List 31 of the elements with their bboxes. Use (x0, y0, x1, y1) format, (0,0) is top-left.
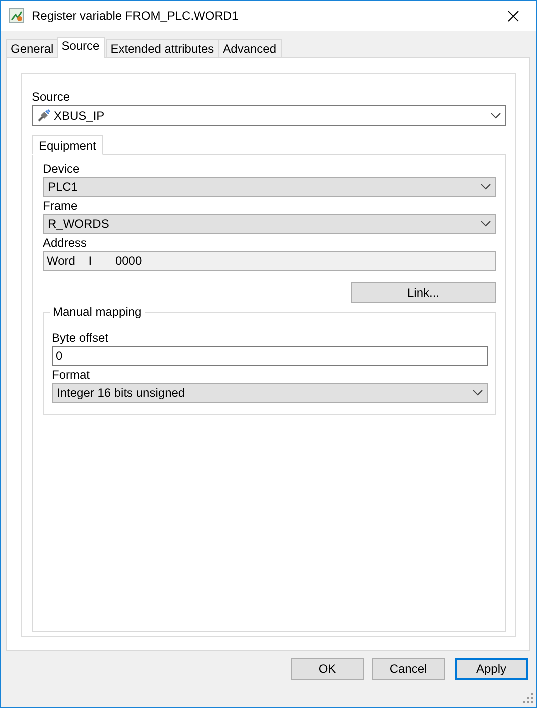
chevron-down-icon (473, 390, 483, 396)
field-label: Device (43, 162, 81, 176)
tab[interactable]: General (6, 39, 59, 57)
input-field[interactable]: 0 (52, 346, 488, 366)
link-button[interactable]: Link... (351, 282, 496, 303)
dialog-button[interactable]: Apply (455, 658, 528, 680)
dialog-button[interactable]: OK (291, 658, 364, 680)
dropdown[interactable]: PLC1 (43, 177, 496, 197)
close-icon (508, 10, 518, 22)
chevron-down-icon (491, 112, 501, 118)
chevron-down-icon (481, 221, 491, 227)
tab[interactable]: Equipment (32, 135, 104, 155)
resize-grip-icon[interactable] (523, 693, 533, 703)
window-title: Register variable FROM_PLC.WORD1 (32, 9, 240, 23)
field-label: Byte offset (52, 331, 110, 345)
group-title: Manual mapping (50, 305, 145, 319)
dropdown[interactable]: R_WORDS (43, 214, 496, 234)
plug-icon (37, 108, 51, 122)
dropdown[interactable]: Integer 16 bits unsigned (52, 383, 488, 403)
tab[interactable]: Source (56, 37, 105, 58)
field-label: Source (32, 90, 72, 104)
field-label: Address (43, 236, 88, 250)
tab[interactable]: Extended attributes (106, 39, 220, 57)
dropdown[interactable]: XBUS_IP (32, 105, 506, 126)
tab[interactable]: Advanced (218, 39, 282, 57)
field-label: Format (52, 368, 92, 382)
dialog-button[interactable]: Cancel (372, 658, 445, 680)
app-icon (9, 8, 25, 24)
readonly-field: Word I 0000 (43, 251, 496, 271)
chevron-down-icon (481, 184, 491, 190)
field-label: Frame (43, 199, 79, 213)
